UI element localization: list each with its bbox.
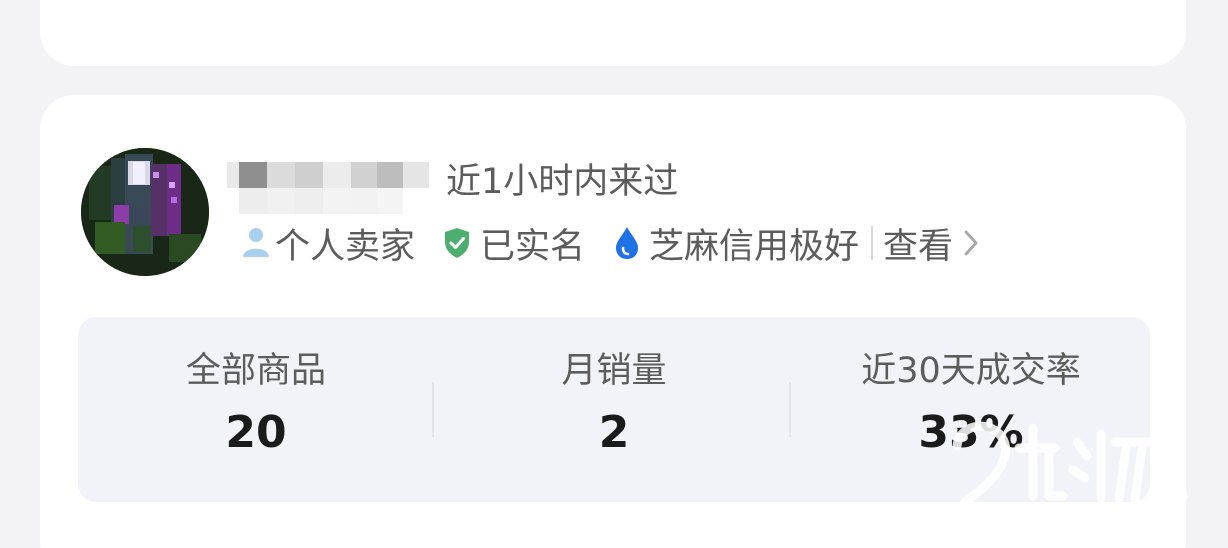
stat-label: 近30天成交率 [861,351,1081,391]
stat-value: 33% [918,407,1024,458]
credit-badge: 芝麻信用极好 [613,218,859,269]
seller-stats-panel: 全部商品 20 月销量 2 近30天成交率 33% [78,317,1150,502]
stat-all-products[interactable]: 全部商品 20 [78,317,434,502]
seller-avatar[interactable] [81,148,209,276]
stat-label: 全部商品 [185,351,326,391]
stat-30-day-deal-rate[interactable]: 近30天成交率 33% [793,317,1149,502]
seller-page: 近1小时内来过 个人卖家 已实名 芝麻信用极好 查看 全部商品 20 月销量 2… [0,0,1228,548]
previous-card [40,0,1186,66]
water-drop-icon [613,226,641,260]
chevron-right-icon [963,229,979,257]
verified-label: 已实名 [480,226,586,267]
stat-value: 2 [598,407,630,458]
stat-monthly-sales[interactable]: 月销量 2 [436,317,792,502]
stat-divider [789,382,791,437]
person-icon [239,226,273,260]
seller-name-blurred [227,157,429,215]
credit-label: 芝麻信用极好 [649,226,860,267]
view-credit-link[interactable]: 查看 [883,218,979,269]
personal-seller-label: 个人卖家 [275,226,416,267]
seller-badges: 个人卖家 已实名 芝麻信用极好 查看 [239,219,979,267]
seller-card[interactable]: 近1小时内来过 个人卖家 已实名 芝麻信用极好 查看 全部商品 20 月销量 2… [40,95,1186,548]
last-seen-text: 近1小时内来过 [446,162,679,202]
stat-label: 月销量 [561,351,667,391]
view-label: 查看 [883,226,954,267]
verified-badge: 已实名 [443,218,585,269]
stat-value: 20 [225,407,287,458]
badge-divider [871,226,874,260]
personal-seller-badge: 个人卖家 [239,218,415,269]
shield-check-icon [443,227,471,259]
stat-divider [432,382,434,437]
